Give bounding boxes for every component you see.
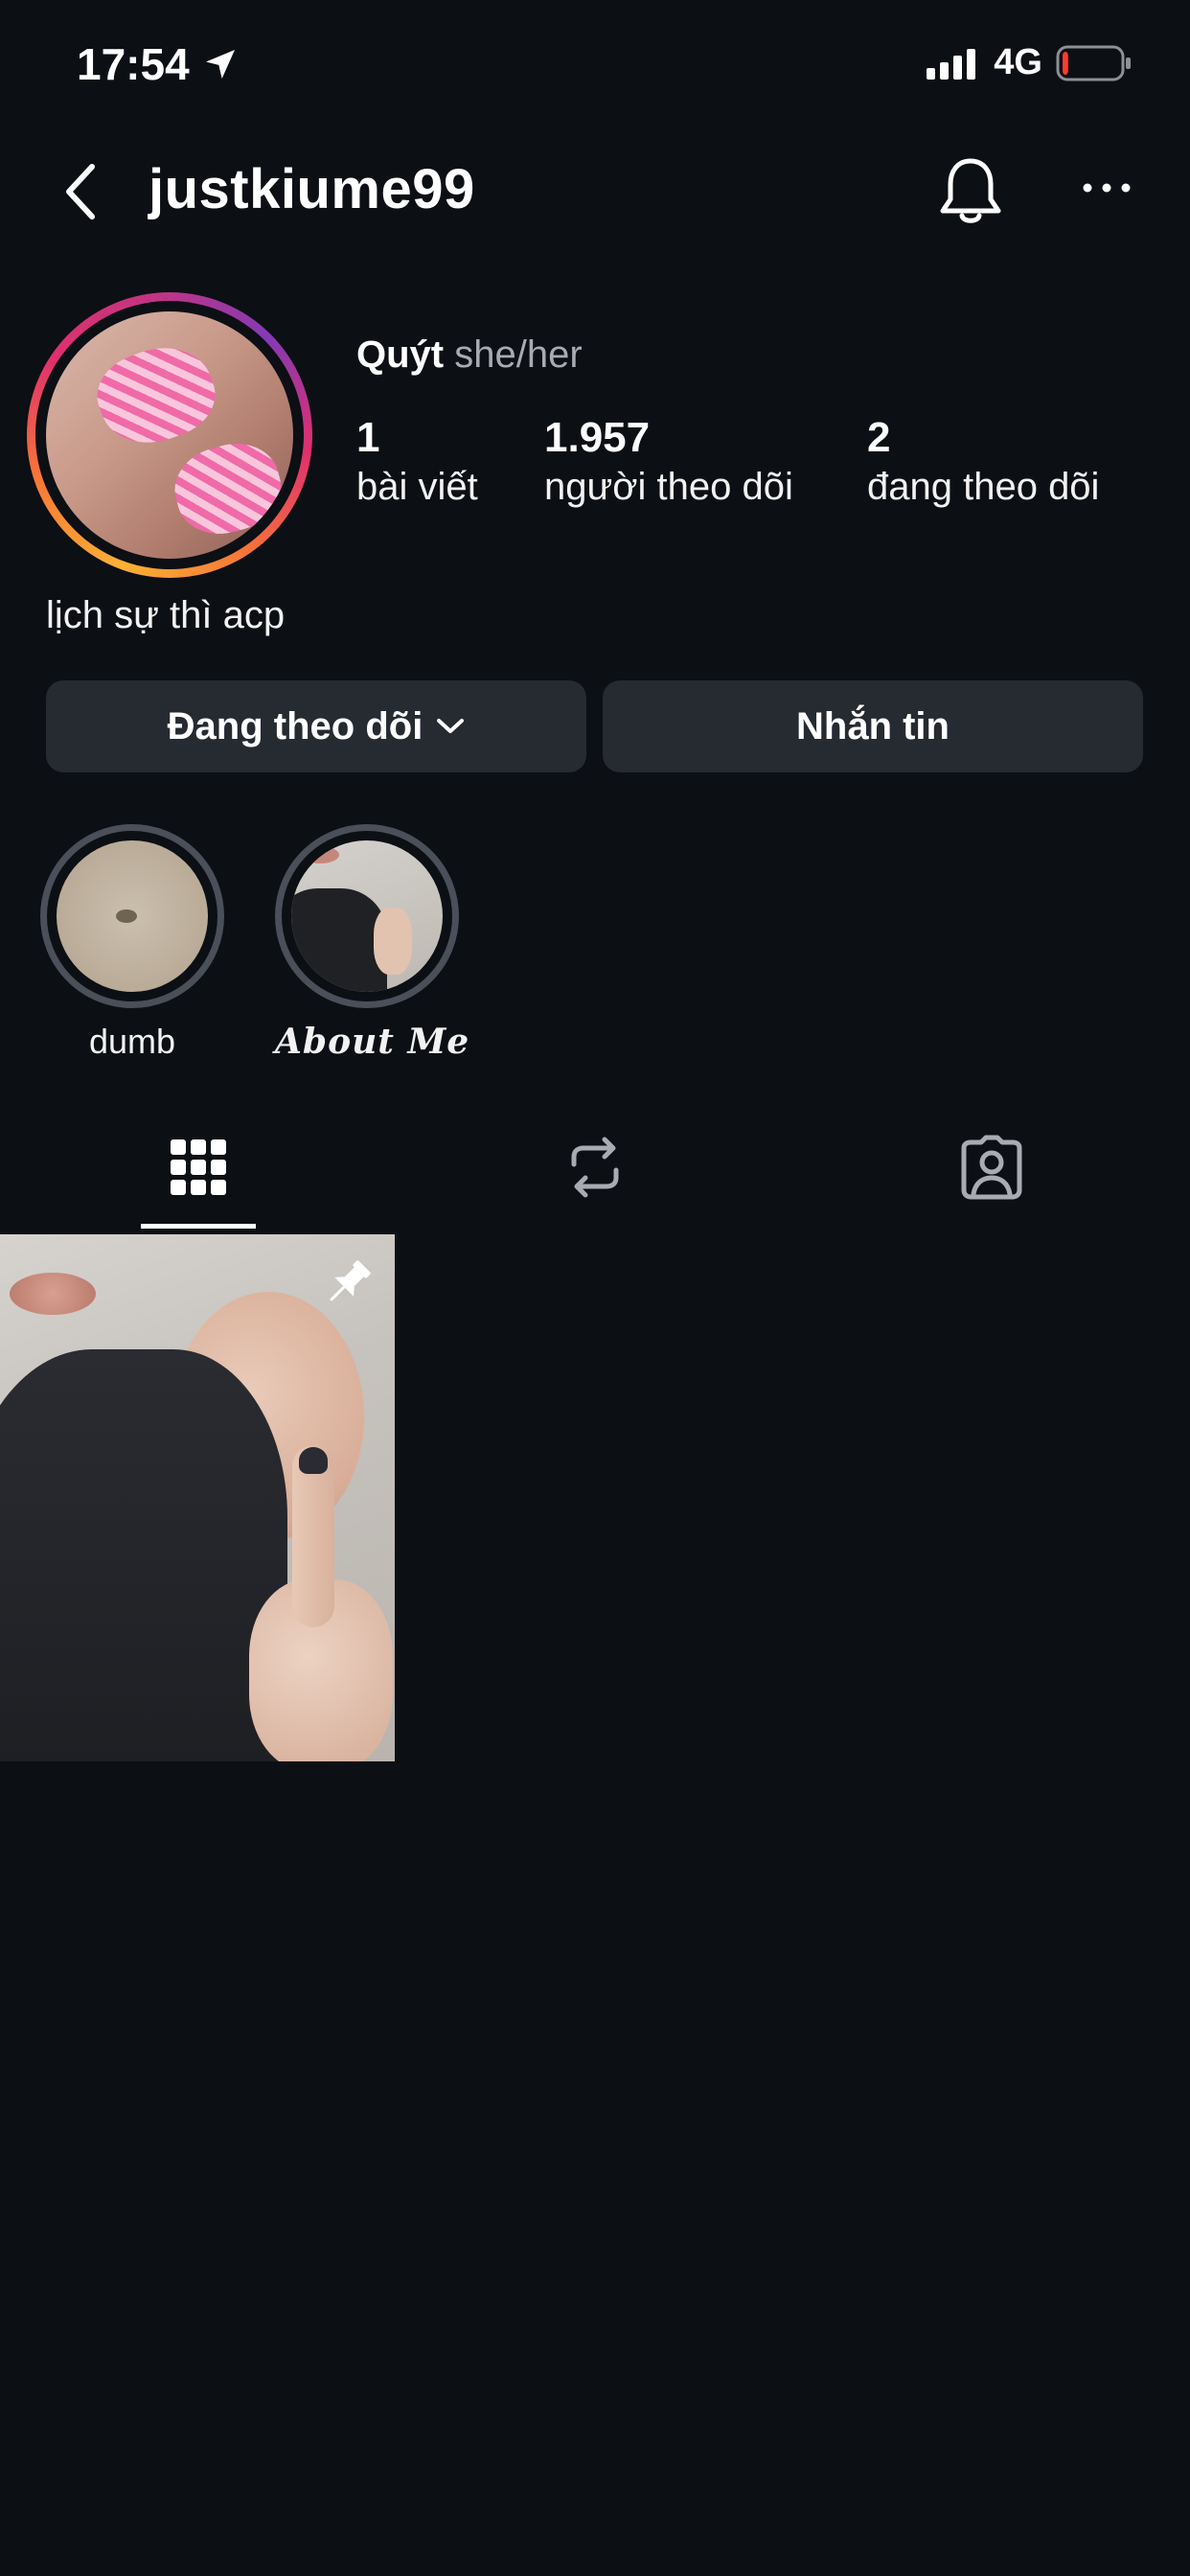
post-thumbnail[interactable] [0,1234,395,1761]
profile-header: justkiume99 [0,144,1190,240]
stat-followers-label: người theo dõi [544,466,793,508]
pin-icon [330,1260,371,1301]
stat-following-number: 2 [867,414,891,461]
battery-icon [1056,45,1131,80]
display-name: Quýt [356,334,445,376]
stat-followers[interactable]: 1.957 người theo dõi [544,414,793,509]
status-indicators: 4G [927,42,1133,83]
profile-tabs [0,1102,1190,1231]
highlight-dumb[interactable]: dumb [40,824,224,1062]
tab-reposts[interactable] [397,1102,793,1231]
following-button[interactable]: Đang theo dõi [46,680,586,772]
stat-followers-number: 1.957 [544,414,651,461]
profile-username: justkiume99 [149,158,475,220]
grid-icon [171,1138,226,1195]
time-label: 17:54 [77,39,190,89]
stat-posts-label: bài viết [356,466,478,508]
signal-icon [927,48,976,80]
highlight-cover [275,824,459,1008]
repost-icon [571,1137,619,1197]
network-label: 4G [994,42,1042,82]
profile-avatar[interactable] [27,292,312,578]
bell-icon[interactable] [937,155,1004,228]
name-pronouns: Quýt she/her [356,334,583,377]
stat-posts-number: 1 [356,414,380,461]
tab-posts-grid[interactable] [0,1102,397,1231]
following-button-label: Đang theo dõi [167,704,423,748]
more-options-icon[interactable] [1083,178,1131,197]
location-arrow-icon [205,50,235,79]
active-tab-indicator [141,1224,256,1229]
highlight-cover [40,824,224,1008]
tab-tagged[interactable] [793,1102,1190,1231]
tagged-person-icon [961,1135,1022,1199]
profile-bio: lịch sự thì acp [46,594,286,636]
message-button[interactable]: Nhắn tin [603,680,1143,772]
message-button-label: Nhắn tin [796,704,950,748]
back-chevron-icon[interactable] [57,161,103,222]
highlight-label: 𝑨𝒃𝒐𝒖𝒕 𝑴𝒆 [275,1022,470,1062]
pronouns: she/her [454,334,583,376]
profile-screen: 17:54 4G justkiume99 Quýt she/her 1 bài … [0,0,1190,2576]
stat-posts[interactable]: 1 bài viết [356,414,478,509]
stat-following-label: đang theo dõi [867,466,1100,508]
highlight-label: dumb [88,1022,176,1061]
stat-following[interactable]: 2 đang theo dõi [867,414,1099,509]
chevron-down-icon [437,719,465,733]
avatar-photo [46,311,293,559]
highlight-about-me[interactable]: 𝑨𝒃𝒐𝒖𝒕 𝑴𝒆 [275,824,470,1062]
status-time: 17:54 [77,38,240,90]
